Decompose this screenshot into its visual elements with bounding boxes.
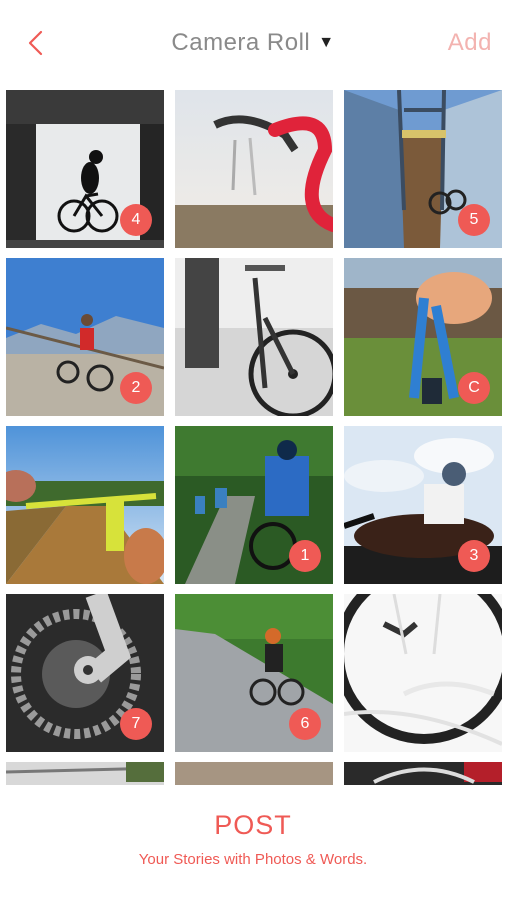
photo-tile[interactable]: 4 bbox=[6, 90, 164, 248]
page-title: Camera Roll bbox=[171, 29, 311, 56]
photo-tile[interactable]: 3 bbox=[344, 426, 502, 584]
selection-badge: 4 bbox=[120, 204, 152, 236]
photo-tile[interactable]: C bbox=[344, 258, 502, 416]
photo-tile[interactable]: 1 bbox=[175, 426, 333, 584]
photo-tile[interactable]: 7 bbox=[6, 594, 164, 752]
photo-partial-2 bbox=[175, 762, 333, 785]
selection-badge: 2 bbox=[120, 372, 152, 404]
photo-bw-bike bbox=[175, 258, 333, 416]
photo-tile[interactable]: 2 bbox=[6, 258, 164, 416]
selection-badge: C bbox=[458, 372, 490, 404]
photo-tile[interactable] bbox=[344, 762, 502, 785]
photo-pov-road bbox=[6, 426, 164, 584]
photo-tile[interactable] bbox=[6, 762, 164, 785]
tagline: Your Stories with Photos & Words. bbox=[138, 851, 368, 868]
photo-partial-3 bbox=[344, 762, 502, 785]
selection-badge: 1 bbox=[289, 540, 321, 572]
photo-grid: 4 5 2 C 1 3 7 6 bbox=[6, 90, 502, 785]
selection-badge: 7 bbox=[120, 708, 152, 740]
photo-tile[interactable] bbox=[175, 762, 333, 785]
selection-badge: 6 bbox=[289, 708, 321, 740]
photo-tile[interactable] bbox=[344, 594, 502, 752]
selection-badge: 5 bbox=[458, 204, 490, 236]
photo-tile[interactable] bbox=[175, 258, 333, 416]
caret-down-icon: ▼ bbox=[318, 34, 335, 51]
post-button[interactable]: POST bbox=[0, 810, 506, 841]
bottom-action-bar: POST Your Stories with Photos & Words. bbox=[0, 788, 506, 900]
photo-tile[interactable]: 5 bbox=[344, 90, 502, 248]
add-button[interactable]: Add bbox=[448, 29, 492, 57]
photo-tile[interactable] bbox=[175, 90, 333, 248]
photo-partial-1 bbox=[6, 762, 164, 785]
top-bar: Camera Roll ▼ Add bbox=[0, 0, 506, 88]
photo-wheel-closeup bbox=[344, 594, 502, 752]
photo-red-handlebar bbox=[175, 90, 333, 248]
photo-tile[interactable]: 6 bbox=[175, 594, 333, 752]
selection-badge: 3 bbox=[458, 540, 490, 572]
album-selector[interactable]: Camera Roll ▼ bbox=[0, 29, 506, 57]
photo-tile[interactable] bbox=[6, 426, 164, 584]
